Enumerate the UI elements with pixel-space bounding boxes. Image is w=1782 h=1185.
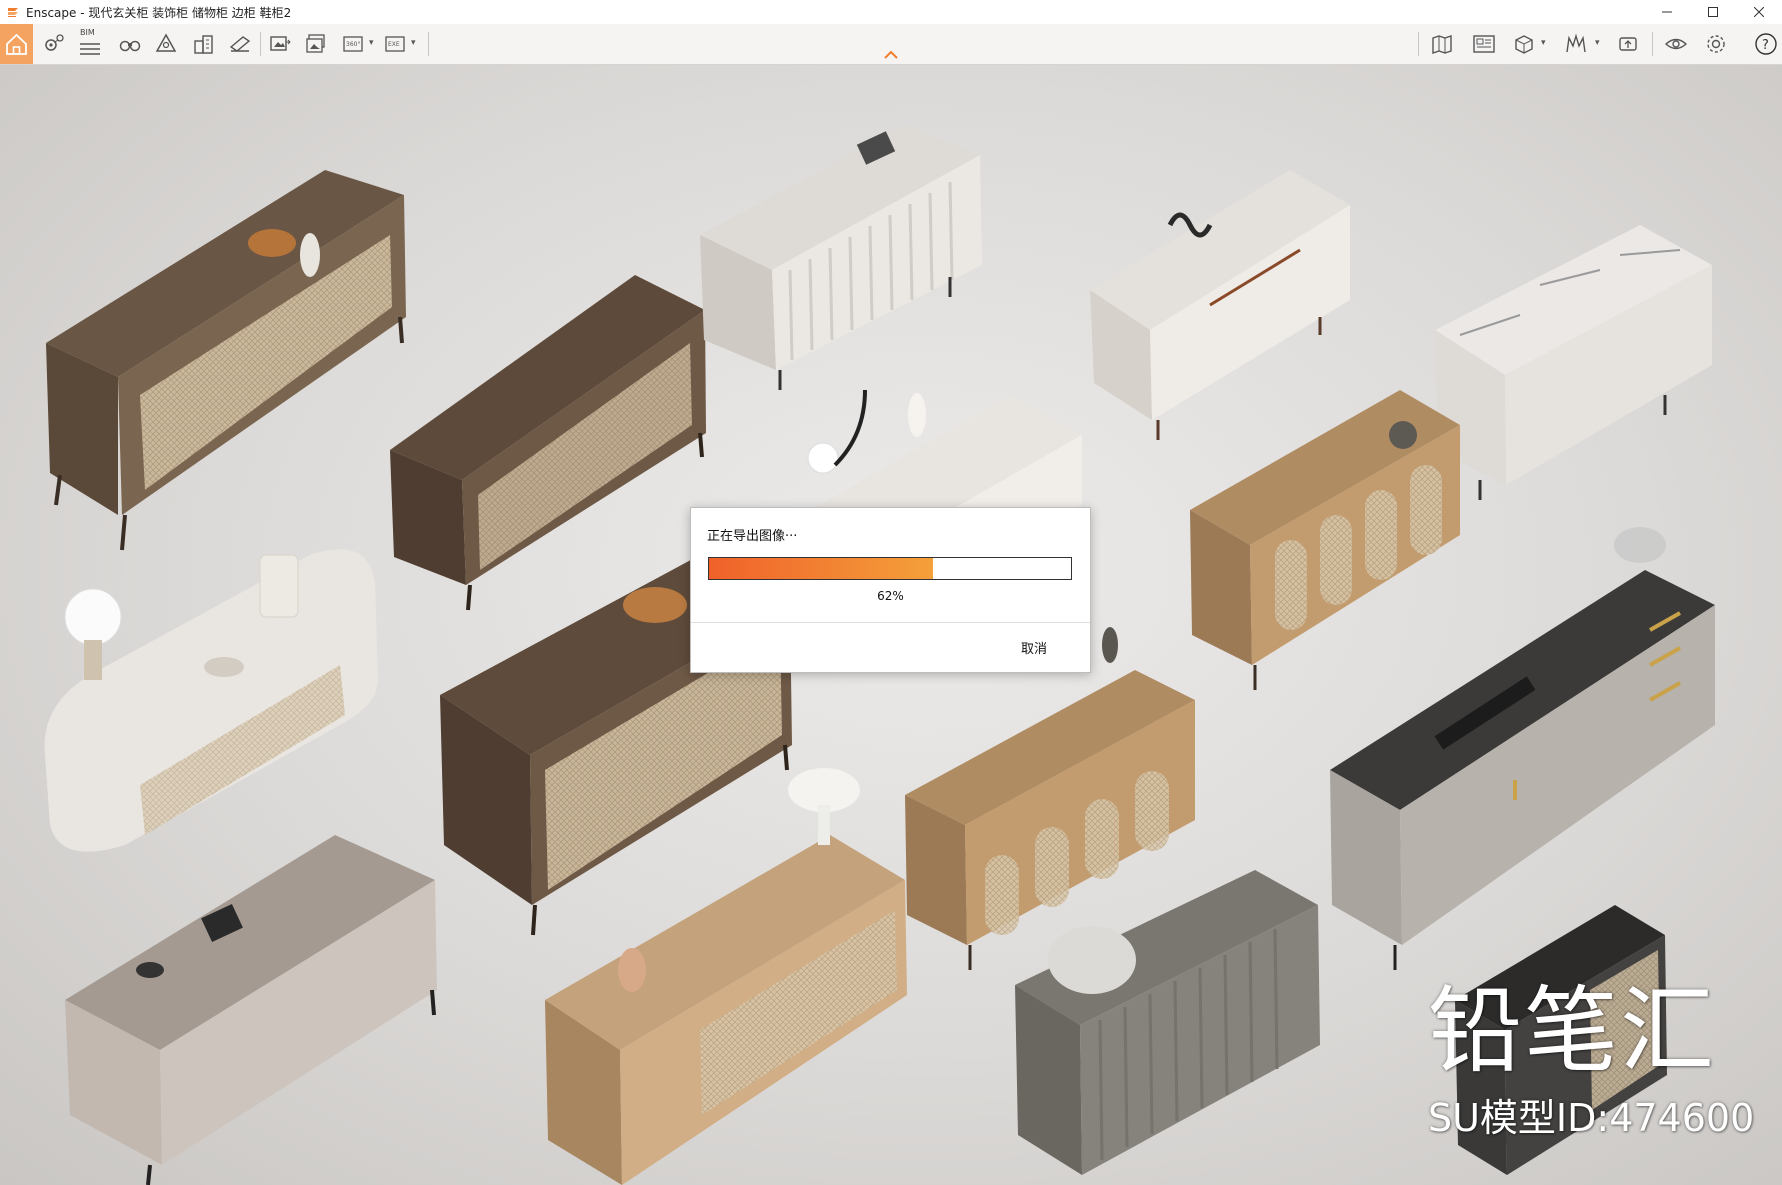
minimize-icon[interactable] (1644, 0, 1690, 24)
cabinet-white-rounded (1090, 170, 1350, 440)
sections-button[interactable] (1562, 30, 1590, 58)
sections-icon (1566, 33, 1586, 53)
visibility-icon (1664, 38, 1688, 50)
export-progress-percent: 62% (877, 589, 904, 603)
cabinet-dark-wood-drawers (390, 275, 706, 611)
bim-icon (80, 43, 100, 55)
bim-button[interactable] (76, 34, 104, 62)
map-icon (1432, 35, 1452, 54)
upload-icon (1619, 37, 1637, 51)
export-dropdown-icon[interactable]: ▾ (411, 38, 421, 50)
close-icon[interactable] (1736, 0, 1782, 24)
watermark: 铅笔汇 SU模型ID:474600 (1428, 985, 1754, 1142)
svg-text:360°: 360° (346, 41, 360, 48)
cube-button[interactable] (1510, 30, 1538, 58)
toolbar-separator (260, 32, 261, 56)
home-button[interactable] (0, 24, 33, 64)
help-button[interactable]: ? (1752, 30, 1780, 58)
cabinet-oak-tv-unit (905, 627, 1195, 970)
export-progress-bar (708, 557, 1072, 580)
material-editor-button[interactable] (226, 30, 254, 58)
export-progress-dialog: 正在导出图像··· 62% 取消 (690, 507, 1091, 673)
material-editor-icon (229, 36, 251, 52)
export-progress-fill (709, 558, 934, 579)
toolbar-separator (428, 32, 429, 56)
asset-library-icon (155, 33, 177, 52)
screenshot-button[interactable] (266, 30, 294, 58)
upload-button[interactable] (1614, 30, 1642, 58)
svg-text:EXE: EXE (388, 41, 400, 48)
screenshot-icon (270, 36, 291, 51)
toolbar-separator (1418, 32, 1419, 56)
binoculars-icon (119, 40, 141, 52)
window-controls (1644, 0, 1782, 24)
buildings-icon (194, 35, 213, 54)
views-binoculars-button[interactable] (116, 30, 144, 58)
home-icon (6, 33, 27, 55)
dialog-divider (691, 622, 1090, 623)
panorama-dropdown-icon[interactable]: ▾ (369, 38, 379, 50)
cabinet-taupe-plain (65, 835, 437, 1185)
map-button[interactable] (1428, 30, 1456, 58)
cabinet-grey-fluted (1015, 870, 1320, 1175)
cabinet-oak-arched (1190, 390, 1460, 690)
cube-icon (1515, 35, 1533, 54)
help-icon: ? (1755, 33, 1777, 55)
watermark-title: 铅笔汇 (1428, 977, 1717, 1086)
export-status-message: 正在导出图像··· (707, 529, 798, 544)
settings-icon (1707, 35, 1725, 53)
cube-dropdown-icon[interactable]: ▾ (1541, 38, 1551, 50)
views-icon (1473, 35, 1495, 53)
cabinet-white-fluted (700, 125, 982, 390)
sections-dropdown-icon[interactable]: ▾ (1595, 38, 1605, 50)
visibility-button[interactable] (1662, 30, 1690, 58)
collapse-toolbar-icon[interactable] (882, 48, 900, 62)
title-bar: Enscape - 现代玄关柜 装饰柜 储物柜 边柜 鞋柜2 (0, 0, 1782, 24)
settings-button[interactable] (1702, 30, 1730, 58)
enscape-logo-icon (8, 8, 18, 17)
watermark-model-id: SU模型ID:474600 (1428, 1096, 1755, 1140)
cabinet-walnut-rattan-1 (46, 170, 406, 551)
views-manager-button[interactable] (1470, 30, 1498, 58)
location-button[interactable] (40, 30, 68, 58)
window-title: Enscape - 现代玄关柜 装饰柜 储物柜 边柜 鞋柜2 (26, 5, 292, 20)
export-exe-button[interactable]: EXE (382, 30, 410, 58)
asset-library-button[interactable] (152, 30, 180, 58)
cabinet-dark-grey-brass (1330, 527, 1715, 970)
batch-render-button[interactable] (302, 30, 330, 58)
svg-text:?: ? (1762, 38, 1769, 53)
batch-render-icon (306, 34, 325, 53)
panorama-button[interactable]: 360° (340, 30, 368, 58)
cabinet-marble-top (1435, 225, 1712, 500)
export-exe-icon: EXE (385, 36, 405, 52)
cabinet-white-rounded-rattan (44, 549, 378, 852)
cancel-button[interactable]: 取消 (1021, 638, 1047, 657)
location-icon (45, 34, 64, 51)
maximize-icon[interactable] (1690, 0, 1736, 24)
toolbar-separator (1652, 32, 1653, 56)
panorama-360-icon: 360° (343, 36, 363, 52)
buildings-button[interactable] (190, 30, 218, 58)
toolbar: BIM 360° ▾ EXE ▾ ▾ ▾ ? (0, 24, 1782, 65)
